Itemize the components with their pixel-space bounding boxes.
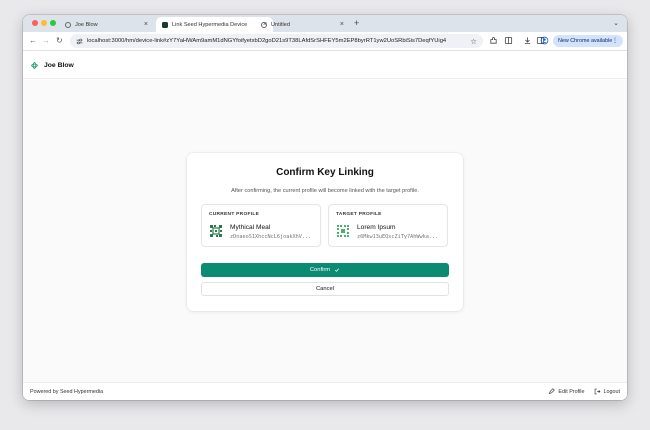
site-name[interactable]: Joe Blow — [44, 62, 74, 69]
new-chrome-available-button[interactable]: New Chrome available ⋮ — [553, 35, 623, 47]
current-profile-label: CURRENT PROFILE — [209, 212, 260, 217]
close-window-button[interactable] — [32, 20, 38, 26]
globe-icon — [65, 21, 71, 28]
target-profile-card: TARGET PROFILE Lorem Ipsum z6Mkw13uEQxcZ… — [328, 204, 448, 247]
forward-arrow-icon[interactable]: → — [42, 36, 50, 46]
site-header: Joe Blow — [23, 52, 627, 79]
edit-profile-label: Edit Profile — [558, 388, 585, 395]
logout-icon — [594, 388, 600, 395]
new-chrome-label: New Chrome available — [558, 38, 613, 44]
cancel-label: Cancel — [315, 286, 335, 292]
minimize-window-button[interactable] — [41, 20, 47, 26]
logout-label: Logout — [603, 388, 621, 395]
confirm-label: Confirm — [309, 267, 331, 273]
profile-avatar-icon[interactable] — [540, 36, 549, 45]
close-tab-icon[interactable]: × — [340, 21, 344, 28]
address-bar[interactable]: localhost:3000/hm/device-link#zY7YaHWAm9… — [70, 34, 483, 48]
edit-profile-button[interactable]: Edit Profile — [548, 388, 585, 395]
download-icon[interactable] — [523, 36, 532, 45]
confirm-button[interactable]: Confirm — [201, 263, 449, 277]
check-icon — [335, 268, 340, 272]
powered-by-text[interactable]: Powered by Seed Hypermedia — [30, 389, 539, 395]
target-profile-name: Lorem Ipsum — [357, 224, 396, 231]
bookmark-star-icon[interactable]: ☆ — [470, 37, 477, 46]
pencil-icon — [549, 388, 556, 395]
url-text: localhost:3000/hm/device-link#zY7YaHWAm9… — [87, 38, 447, 44]
browser-window: Joe Blow × Link Seed Hypermedia Device ×… — [23, 15, 627, 400]
more-vert-icon[interactable]: ⋮ — [612, 37, 618, 44]
reload-icon[interactable]: ↻ — [56, 36, 63, 46]
close-tab-icon[interactable]: × — [144, 21, 148, 28]
dialog-title: Confirm Key Linking — [276, 167, 374, 178]
new-tab-button[interactable]: + — [354, 18, 359, 28]
confirm-key-linking-dialog: Confirm Key Linking After confirming, th… — [187, 153, 463, 311]
site-footer: Powered by Seed Hypermedia Edit Profile … — [23, 382, 627, 400]
maximize-window-button[interactable] — [50, 20, 56, 26]
current-profile-avatar — [209, 224, 223, 238]
logout-button[interactable]: Logout — [594, 388, 621, 395]
browser-tab-untitled[interactable]: Untitled × — [255, 17, 350, 32]
browser-toolbar: ← → ↻ localhost:3000/hm/device-link#zY7Y… — [23, 32, 627, 51]
tab-strip: Joe Blow × Link Seed Hypermedia Device ×… — [23, 15, 627, 32]
target-profile-key: z6Mkw13uEQxcZiTy7AhWwka... — [357, 234, 439, 240]
tab-title: Link Seed Hypermedia Device — [172, 21, 248, 28]
globe-icon — [261, 21, 267, 28]
back-arrow-icon[interactable]: ← — [29, 36, 37, 46]
seed-logo-icon[interactable] — [30, 61, 39, 70]
current-profile-card: CURRENT PROFILE Mythical Meal zDnaeoS1Xh… — [201, 204, 321, 247]
tab-title: Untitled — [271, 21, 290, 28]
main-content: Confirm Key Linking After confirming, th… — [23, 80, 627, 382]
puzzle-icon[interactable] — [504, 36, 513, 45]
extensions-icon[interactable] — [489, 36, 498, 45]
site-info-icon[interactable] — [76, 38, 83, 45]
browser-tab-joe-blow[interactable]: Joe Blow × — [59, 17, 154, 32]
seed-favicon-icon — [162, 21, 168, 28]
target-profile-label: TARGET PROFILE — [336, 212, 382, 217]
tab-search-icon[interactable]: ⌄ — [613, 19, 619, 27]
current-profile-key: zDnaeoS1XhccNcL6joakXhV... — [230, 234, 312, 240]
cancel-button[interactable]: Cancel — [201, 282, 449, 296]
dialog-description: After confirming, the current profile wi… — [231, 188, 419, 194]
current-profile-name: Mythical Meal — [230, 224, 271, 231]
tab-title: Joe Blow — [75, 21, 98, 28]
target-profile-avatar — [336, 224, 350, 238]
